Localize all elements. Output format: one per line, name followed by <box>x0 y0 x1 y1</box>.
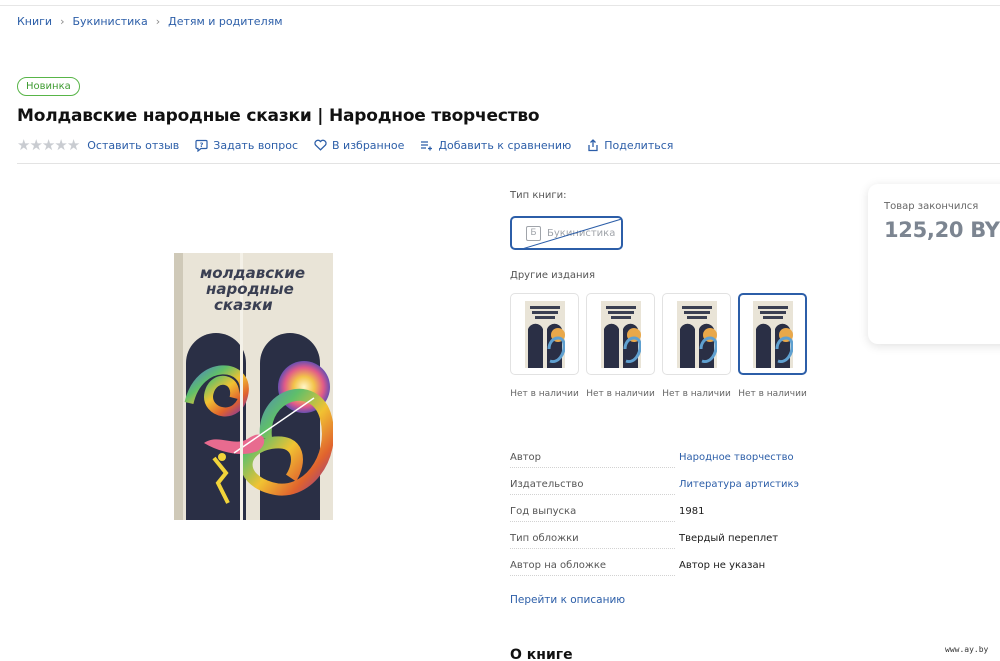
spec-key-label: Год выпуска <box>510 506 581 517</box>
edition-thumbnail <box>676 300 717 368</box>
spec-row-cover-type: Тип обложки Твердый переплет <box>510 533 810 560</box>
spec-key-label: Тип обложки <box>510 533 583 544</box>
stock-status: Товар закончился <box>884 201 979 212</box>
price-card: Товар закончился 125,20 BYN <box>868 184 1000 344</box>
chevron-right-icon: › <box>60 15 65 28</box>
edition-card[interactable]: Нет в наличии <box>510 293 579 399</box>
add-favorite-label: В избранное <box>332 138 405 152</box>
chevron-right-icon: › <box>155 15 161 28</box>
book-cover-image[interactable]: молдавские народные сказки <box>174 253 333 520</box>
spec-key: Издательство <box>510 479 679 506</box>
star-icon: ★ <box>54 136 68 154</box>
spec-key: Автор на обложке <box>510 560 679 587</box>
spec-row-year: Год выпуска 1981 <box>510 506 810 533</box>
spec-cover-author-value: Автор не указан <box>679 560 766 571</box>
price-value: 125,20 BYN <box>884 218 1000 242</box>
heart-icon <box>314 139 327 151</box>
star-icon: ★ <box>17 136 31 154</box>
product-actions: ★ ★ ★ ★ ★ Оставить отзыв ? Задать вопрос… <box>17 136 689 154</box>
edition-thumbnail <box>600 300 641 368</box>
star-icon: ★ <box>29 136 43 154</box>
other-editions-label: Другие издания <box>510 270 596 281</box>
edition-thumbnail-frame <box>510 293 579 375</box>
edition-status: Нет в наличии <box>738 389 807 399</box>
spec-cover-type-value: Твердый переплет <box>679 533 779 544</box>
spec-row-author: Автор Народное творчество <box>510 452 810 479</box>
about-book-heading: О книге <box>510 647 573 661</box>
edition-card[interactable]: Нет в наличии <box>662 293 731 399</box>
add-compare-label: Добавить к сравнению <box>438 138 572 152</box>
spec-key-label: Издательство <box>510 479 588 490</box>
spec-row-cover-author: Автор на обложке Автор не указан <box>510 560 810 587</box>
book-cover-art: молдавские народные сказки <box>174 253 333 520</box>
spec-key: Автор <box>510 452 679 479</box>
add-favorite-link[interactable]: В избранное <box>314 139 404 152</box>
rating-stars[interactable]: ★ ★ ★ ★ ★ <box>17 136 81 154</box>
edition-card[interactable]: Нет в наличии <box>586 293 655 399</box>
breadcrumb-books[interactable]: Книги <box>17 15 52 28</box>
add-compare-link[interactable]: Добавить к сравнению <box>420 139 571 152</box>
ask-question-link[interactable]: ? Задать вопрос <box>195 139 298 152</box>
share-icon <box>588 138 598 151</box>
spec-key-label: Автор <box>510 452 546 463</box>
spec-year-value: 1981 <box>679 506 705 517</box>
watermark: www.ay.by <box>945 645 989 654</box>
other-editions-list: Нет в наличии Нет в наличии Нет в наличи… <box>510 293 814 399</box>
compare-list-icon <box>421 141 433 151</box>
spec-publisher-link[interactable]: Литература артистикэ <box>679 479 799 506</box>
edition-thumbnail <box>524 300 565 368</box>
spec-author-link[interactable]: Народное творчество <box>679 452 794 479</box>
share-link[interactable]: Поделиться <box>587 139 673 152</box>
breadcrumb-antiquarian[interactable]: Букинистика <box>73 15 148 28</box>
breadcrumb-kids-parents[interactable]: Детям и родителям <box>168 15 282 28</box>
svg-text:?: ? <box>200 141 204 149</box>
edition-thumbnail-frame <box>738 293 807 375</box>
book-specs: Автор Народное творчество Издательство Л… <box>510 452 810 587</box>
new-badge: Новинка <box>17 77 80 96</box>
share-label: Поделиться <box>604 138 674 152</box>
star-icon: ★ <box>66 136 81 154</box>
unavailable-strike <box>523 218 621 248</box>
spec-key: Тип обложки <box>510 533 679 560</box>
breadcrumb: Книги › Букинистика › Детям и родителям <box>17 15 283 28</box>
top-border <box>0 5 1000 6</box>
edition-card-selected[interactable]: Нет в наличии <box>738 293 807 399</box>
edition-thumbnail <box>752 300 793 368</box>
header-divider <box>17 163 1000 164</box>
edition-status: Нет в наличии <box>586 389 655 399</box>
edition-status: Нет в наличии <box>510 389 579 399</box>
edition-status: Нет в наличии <box>662 389 731 399</box>
leave-review-label: Оставить отзыв <box>87 138 180 152</box>
star-icon: ★ <box>41 136 56 154</box>
book-type-option-antiquarian[interactable]: Б Букинистика <box>510 216 623 250</box>
spec-key: Год выпуска <box>510 506 679 533</box>
spec-key-label: Автор на обложке <box>510 560 611 571</box>
book-type-label: Тип книги: <box>510 190 567 201</box>
leave-review-link[interactable]: Оставить отзыв <box>87 139 179 152</box>
edition-thumbnail-frame <box>662 293 731 375</box>
cover-title-line3: сказки <box>214 296 273 314</box>
spec-row-publisher: Издательство Литература артистикэ <box>510 479 810 506</box>
edition-thumbnail-frame <box>586 293 655 375</box>
go-to-description-link[interactable]: Перейти к описанию <box>510 594 625 606</box>
question-bubble-icon: ? <box>195 139 208 152</box>
product-title: Молдавские народные сказки | Народное тв… <box>17 106 540 126</box>
ask-question-label: Задать вопрос <box>213 138 298 152</box>
